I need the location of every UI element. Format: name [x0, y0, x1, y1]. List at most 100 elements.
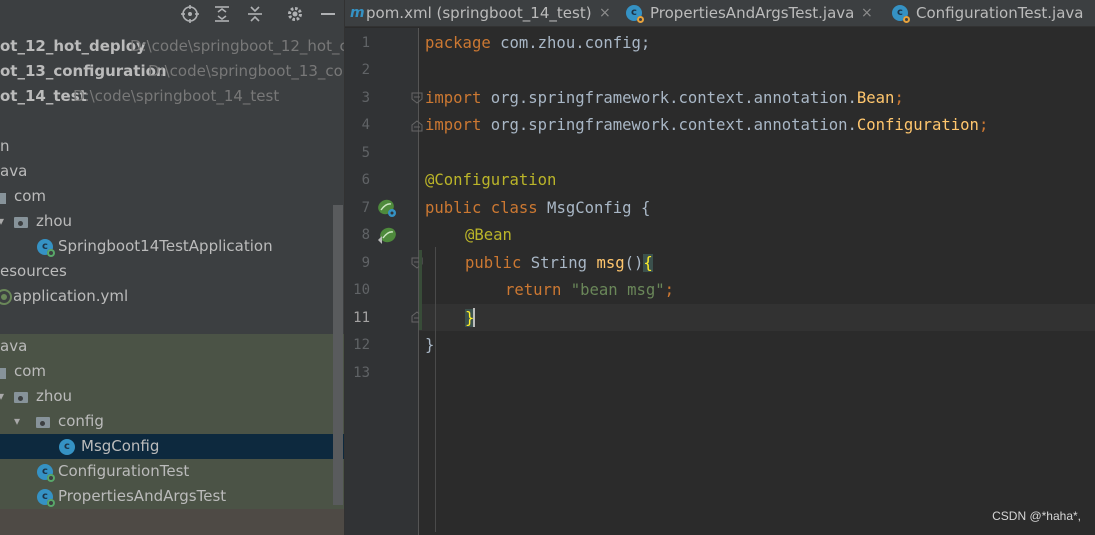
module-row-configuration[interactable]: ot_13_configuration D:\code\springboot_1…: [0, 59, 344, 84]
module-name: ot_13_configuration: [0, 62, 167, 80]
tree-item-test-com[interactable]: com: [0, 359, 344, 384]
settings-gear-icon[interactable]: [284, 2, 306, 24]
keyword: import: [425, 89, 482, 107]
tree-item-label: ava: [0, 162, 28, 180]
tree-item-test-java[interactable]: ava: [0, 334, 344, 359]
matched-brace: {: [643, 254, 653, 272]
package-folder-icon: [14, 214, 30, 230]
line-number: 2: [361, 62, 370, 78]
keyword: return: [505, 281, 562, 299]
tab-label: ConfigurationTest.java: [916, 4, 1084, 22]
locate-icon[interactable]: [179, 2, 201, 24]
line-number: 3: [361, 90, 370, 106]
tree-item-application-yml[interactable]: application.yml: [0, 284, 344, 309]
code-line-6: @Configuration: [425, 167, 556, 194]
method-name: msg: [596, 254, 625, 272]
module-path: D:\code\springboot_14_test: [73, 87, 280, 105]
test-class-icon: c: [37, 489, 55, 507]
tree-item-label: config: [58, 412, 104, 430]
string-literal: "bean msg": [570, 281, 665, 299]
keyword: import: [425, 116, 482, 134]
tab-configurationtest[interactable]: c ConfigurationTest.java: [892, 0, 1095, 26]
line-number: 6: [361, 172, 370, 188]
tab-label: PropertiesAndArgsTest.java: [650, 4, 855, 22]
spring-boot-class-icon: c: [37, 239, 55, 257]
code-line-4: import org.springframework.context.annot…: [425, 112, 988, 139]
line-number: 7: [361, 200, 370, 216]
tree-item-label: zhou: [36, 387, 73, 405]
expand-all-icon[interactable]: [211, 2, 233, 24]
tree-item-java[interactable]: ava: [0, 159, 344, 184]
package-icon: [0, 364, 10, 380]
tree-item-label: zhou: [36, 212, 73, 230]
chevron-down-icon[interactable]: ▾: [14, 409, 24, 434]
package-folder-icon: [14, 389, 30, 405]
close-icon[interactable]: ×: [861, 0, 873, 26]
java-class-icon: c: [626, 5, 644, 23]
tree-item-springboot14testapplication[interactable]: c Springboot14TestApplication: [0, 234, 344, 259]
code-line-7: public class MsgConfig {: [425, 195, 650, 222]
spring-bean-gutter-icon[interactable]: [377, 226, 397, 246]
imported-class: Configuration: [856, 116, 979, 134]
tree-item-label: application.yml: [13, 287, 129, 305]
tree-item-label: esources: [0, 262, 67, 280]
line-number: 9: [361, 255, 370, 271]
tree-item-com[interactable]: com: [0, 184, 344, 209]
tree-item-label: ConfigurationTest: [58, 462, 190, 480]
package-icon: [0, 189, 10, 205]
module-row-test[interactable]: ot_14_test D:\code\springboot_14_test: [0, 84, 344, 109]
spring-bean-gutter-icon[interactable]: [377, 198, 397, 218]
line-number: 8: [361, 227, 370, 243]
collapse-all-icon[interactable]: [244, 2, 266, 24]
annotation: @Bean: [465, 226, 512, 244]
current-line-highlight: [419, 304, 1095, 331]
code-text: }: [425, 336, 435, 354]
vcs-change-marker[interactable]: [419, 250, 422, 330]
tree-item-propertiesandargstest[interactable]: c PropertiesAndArgsTest: [0, 484, 344, 509]
code-text: MsgConfig {: [537, 199, 651, 217]
line-number: 4: [361, 117, 370, 133]
code-text: org.springframework.context.annotation.: [481, 116, 857, 134]
tab-label: pom.xml (springboot_14_test): [366, 4, 592, 22]
code-line-9: public String msg(){: [465, 250, 653, 277]
chevron-down-icon[interactable]: ▾: [0, 209, 8, 234]
code-line-11: }: [465, 305, 476, 332]
editor-tab-bar: m pom.xml (springboot_14_test) × c Prope…: [345, 0, 1095, 27]
tab-propertiesandargstest[interactable]: c PropertiesAndArgsTest.java ×: [626, 0, 881, 26]
imported-class: Bean: [856, 89, 895, 107]
tree-item-configurationtest[interactable]: c ConfigurationTest: [0, 459, 344, 484]
tree-item-label: ava: [0, 337, 28, 355]
tree-item-config[interactable]: ▾ config: [0, 409, 344, 434]
tree-item-resources[interactable]: esources: [0, 259, 344, 284]
tree-item-label: MsgConfig: [81, 437, 160, 455]
chevron-down-icon[interactable]: ▾: [0, 384, 8, 409]
tree-item-test-zhou[interactable]: ▾ zhou: [0, 384, 344, 409]
line-number: 1: [361, 35, 370, 51]
tree-item-label: Springboot14TestApplication: [58, 237, 273, 255]
tree-item-main[interactable]: n: [0, 134, 344, 159]
code-line-10: return "bean msg";: [505, 277, 674, 304]
module-row-hot-deploy[interactable]: ot_12_hot_deploy D:\code\springboot_12_h…: [0, 34, 344, 59]
module-name: ot_12_hot_deploy: [0, 37, 146, 55]
close-icon[interactable]: ×: [599, 0, 611, 26]
line-number: 5: [361, 145, 370, 161]
tree-item-msgconfig[interactable]: c MsgConfig: [0, 434, 344, 459]
semicolon: ;: [978, 116, 989, 134]
code-text: com.zhou.config;: [490, 34, 651, 52]
tree-item-label: PropertiesAndArgsTest: [58, 487, 227, 505]
code-line-12: }: [425, 332, 434, 359]
tree-item-zhou[interactable]: ▾ zhou: [0, 209, 344, 234]
code-line-3: import org.springframework.context.annot…: [425, 85, 904, 112]
module-path: D:\code\springboot_13_co: [148, 62, 343, 80]
line-number: 13: [353, 365, 370, 381]
tree-scrollbar[interactable]: [333, 205, 343, 505]
java-class-icon: c: [59, 439, 75, 455]
keyword: public: [465, 254, 522, 272]
keyword: package: [425, 34, 491, 52]
watermark: CSDN @*haha*,: [992, 509, 1081, 523]
tab-pom-xml[interactable]: m pom.xml (springboot_14_test) ×: [350, 0, 615, 26]
project-toolbar: [0, 0, 344, 25]
code-text: String: [521, 254, 597, 272]
hide-panel-icon[interactable]: [317, 2, 339, 24]
code-line-8: @Bean: [465, 222, 512, 249]
